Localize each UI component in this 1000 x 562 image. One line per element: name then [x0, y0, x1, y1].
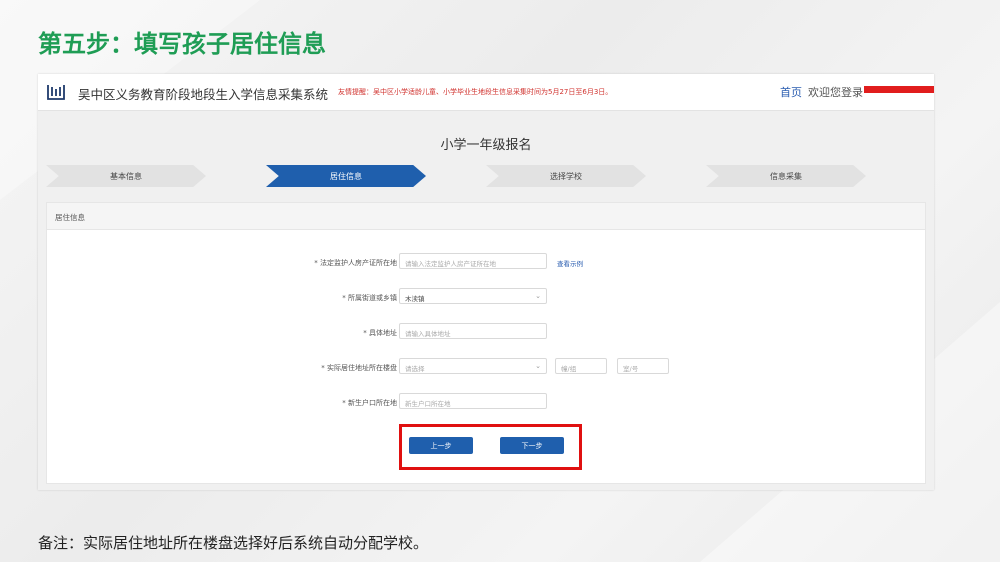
step-progress: 基本信息 居住信息 选择学校 信息采集: [46, 165, 916, 187]
redaction-mark: [864, 86, 934, 93]
welcome-text: 欢迎您登录: [808, 86, 863, 99]
chevron-down-icon: ⌄: [535, 292, 541, 300]
slide-title: 第五步：填写孩子居住信息: [38, 30, 326, 58]
address-label: * 具体地址: [363, 329, 397, 337]
chevron-down-icon: ⌄: [535, 362, 541, 370]
book-logo-icon: [47, 85, 65, 100]
step-info-collection[interactable]: 信息采集: [706, 165, 866, 187]
slide-note: 备注：实际居住地址所在楼盘选择好后系统自动分配学校。: [38, 534, 429, 552]
estate-label: * 实际居住地址所在楼盘: [321, 364, 397, 372]
step-select-school[interactable]: 选择学校: [486, 165, 646, 187]
room-input[interactable]: 室/号: [617, 358, 669, 374]
highlight-box: [399, 424, 582, 470]
household-label: * 新生户口所在地: [342, 399, 397, 407]
notice-banner: 友情提醒：吴中区小学适龄儿童、小学毕业生地段生信息采集时间为5月27日至6月3日…: [338, 88, 613, 96]
household-input[interactable]: 新生户口所在地: [399, 393, 547, 409]
step-basic-info[interactable]: 基本信息: [46, 165, 206, 187]
guardian-property-input[interactable]: 请输入法定监护人房产证所在地: [399, 253, 547, 269]
panel-header: 居住信息: [47, 203, 925, 230]
street-town-label: * 所属街道或乡镇: [342, 294, 397, 302]
system-name: 吴中区义务教育阶段地段生入学信息采集系统: [78, 87, 329, 102]
panel-title: 居住信息: [55, 213, 85, 222]
view-example-link[interactable]: 查看示例: [557, 258, 583, 268]
home-link[interactable]: 首页: [780, 84, 802, 100]
building-input[interactable]: 幢/组: [555, 358, 607, 374]
step-residence-info[interactable]: 居住信息: [266, 165, 426, 187]
form-title: 小学一年级报名: [440, 138, 532, 153]
estate-select[interactable]: 请选择 ⌄: [399, 358, 547, 374]
guardian-property-label: * 法定监护人房产证所在地: [314, 259, 397, 267]
top-bar: 吴中区义务教育阶段地段生入学信息采集系统 友情提醒：吴中区小学适龄儿童、小学毕业…: [38, 74, 934, 111]
screenshot-window: 吴中区义务教育阶段地段生入学信息采集系统 友情提醒：吴中区小学适龄儿童、小学毕业…: [38, 74, 934, 490]
street-town-select[interactable]: 木渎镇 ⌄: [399, 288, 547, 304]
address-input[interactable]: 请输入具体地址: [399, 323, 547, 339]
